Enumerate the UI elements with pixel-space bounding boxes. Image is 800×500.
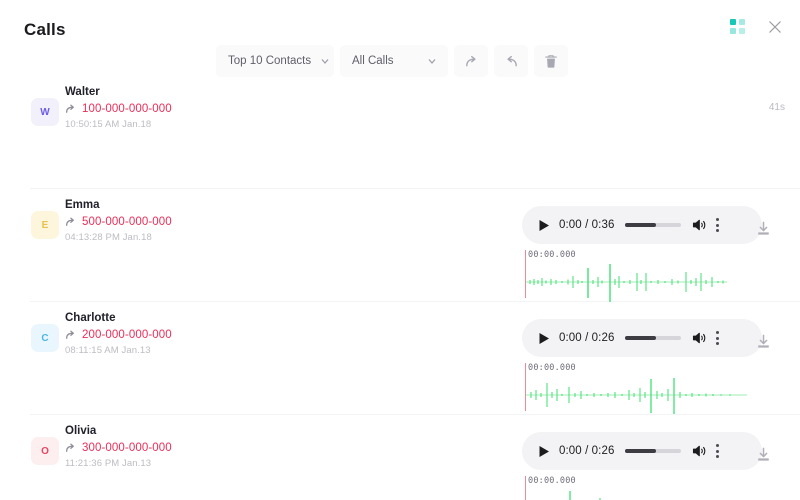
outgoing-call-icon [65, 442, 77, 454]
volume-fill [625, 336, 657, 340]
contact-name: Emma [65, 199, 100, 211]
grid-cell [730, 19, 736, 25]
phone-number: 300-000-000-000 [82, 442, 172, 454]
phone-number: 100-000-000-000 [82, 103, 172, 115]
forward-button[interactable] [454, 45, 488, 77]
player-controls: 0:00 / 0:26 [522, 319, 762, 357]
waveform[interactable]: 00:00.000 [522, 250, 758, 306]
waveform-svg [525, 264, 727, 302]
player-controls: 0:00 / 0:36 [522, 206, 762, 244]
call-meta: Charlotte 200-000-000-000 08:11:15 AM Ja… [65, 312, 172, 356]
table-row[interactable]: C Charlotte 200-000-000-000 08:11:15 AM … [30, 302, 800, 415]
phone-number: 200-000-000-000 [82, 329, 172, 341]
call-timestamp: 10:50:15 AM Jan.18 [65, 119, 152, 130]
download-button[interactable] [755, 334, 772, 351]
phone-line: 500-000-000-000 [65, 216, 172, 228]
call-timestamp: 08:11:15 AM Jan.13 [65, 345, 151, 356]
outgoing-call-icon [65, 329, 77, 341]
calls-list: W Walter 100-000-000-000 10:50:15 AM Jan… [0, 76, 800, 500]
play-button[interactable] [538, 445, 550, 458]
playhead[interactable] [525, 363, 526, 411]
table-row[interactable]: W Walter 100-000-000-000 10:50:15 AM Jan… [30, 76, 800, 189]
grid-cell [739, 19, 745, 25]
contact-name: Olivia [65, 425, 97, 437]
reply-button[interactable] [494, 45, 528, 77]
calls-filter-label: All Calls [352, 55, 394, 67]
volume-slider[interactable] [625, 336, 682, 340]
phone-line: 100-000-000-000 [65, 103, 172, 115]
audio-player: 0:00 / 0:26 00:00.000 [522, 319, 762, 419]
chevron-down-icon [426, 55, 438, 67]
call-timestamp: 11:21:36 PM Jan.13 [65, 458, 152, 469]
contact-name: Walter [65, 86, 100, 98]
outgoing-call-icon [65, 103, 77, 115]
phone-number: 500-000-000-000 [82, 216, 172, 228]
chevron-down-icon [319, 55, 331, 67]
grid-cell [730, 28, 736, 34]
contacts-filter-select[interactable]: Top 10 Contacts [216, 45, 334, 77]
kebab-menu-icon[interactable] [716, 444, 720, 458]
toolbar: Top 10 Contacts All Calls [216, 45, 568, 77]
waveform[interactable]: 00:00.000 [522, 476, 758, 500]
close-icon[interactable] [766, 18, 784, 36]
speaker-icon[interactable] [692, 218, 707, 232]
waveform-timecode: 00:00.000 [528, 250, 576, 260]
waveform-svg [569, 491, 601, 500]
waveform-timecode: 00:00.000 [528, 476, 576, 486]
duration-badge: 41s [768, 102, 785, 113]
avatar: W [31, 98, 59, 126]
contact-name: Charlotte [65, 312, 116, 324]
grid-apps-icon[interactable] [730, 19, 746, 35]
page-title: Calls [24, 20, 66, 39]
table-row[interactable]: E Emma 500-000-000-000 04:13:28 PM Jan.1… [30, 189, 800, 302]
phone-line: 300-000-000-000 [65, 442, 172, 454]
forward-arrow-icon [464, 54, 479, 69]
audio-player: 0:00 / 0:26 00:00.000 [522, 432, 762, 500]
player-controls: 0:00 / 0:26 [522, 432, 762, 470]
calls-filter-select[interactable]: All Calls [340, 45, 448, 77]
player-timecode: 0:00 / 0:36 [559, 219, 615, 231]
calls-window: Calls Top 10 Contacts All Calls W Walter… [0, 0, 800, 500]
playhead[interactable] [525, 250, 526, 298]
outgoing-call-icon [65, 216, 77, 228]
call-meta: Emma 500-000-000-000 04:13:28 PM Jan.18 [65, 199, 172, 243]
grid-cell [739, 28, 745, 34]
audio-player: 0:00 / 0:36 00:00.000 [522, 206, 762, 306]
player-timecode: 0:00 / 0:26 [559, 332, 615, 344]
avatar-initial: E [41, 219, 49, 231]
call-meta: Walter 100-000-000-000 10:50:15 AM Jan.1… [65, 86, 172, 130]
avatar: E [31, 211, 59, 239]
avatar: C [31, 324, 59, 352]
download-button[interactable] [755, 447, 772, 464]
kebab-menu-icon[interactable] [716, 218, 720, 232]
reply-arrow-icon [504, 54, 519, 69]
avatar-initial: C [41, 332, 49, 344]
table-row[interactable]: O Olivia 300-000-000-000 11:21:36 PM Jan… [30, 415, 800, 500]
delete-button[interactable] [534, 45, 568, 77]
waveform-timecode: 00:00.000 [528, 363, 576, 373]
avatar: O [31, 437, 59, 465]
speaker-icon[interactable] [692, 331, 707, 345]
contacts-filter-label: Top 10 Contacts [228, 55, 312, 67]
volume-slider[interactable] [625, 223, 682, 227]
play-button[interactable] [538, 332, 550, 345]
phone-line: 200-000-000-000 [65, 329, 172, 341]
playhead[interactable] [525, 476, 526, 500]
kebab-menu-icon[interactable] [716, 331, 720, 345]
window-icons [730, 18, 784, 36]
call-timestamp: 04:13:28 PM Jan.18 [65, 232, 152, 243]
avatar-initial: W [40, 106, 50, 118]
trash-icon [544, 54, 558, 69]
volume-slider[interactable] [625, 449, 682, 453]
download-button[interactable] [755, 221, 772, 238]
avatar-initial: O [41, 445, 49, 457]
speaker-icon[interactable] [692, 444, 707, 458]
waveform[interactable]: 00:00.000 [522, 363, 758, 419]
player-timecode: 0:00 / 0:26 [559, 445, 615, 457]
call-meta: Olivia 300-000-000-000 11:21:36 PM Jan.1… [65, 425, 172, 469]
play-button[interactable] [538, 219, 550, 232]
volume-fill [625, 223, 657, 227]
volume-fill [625, 449, 657, 453]
waveform-svg [525, 378, 747, 414]
